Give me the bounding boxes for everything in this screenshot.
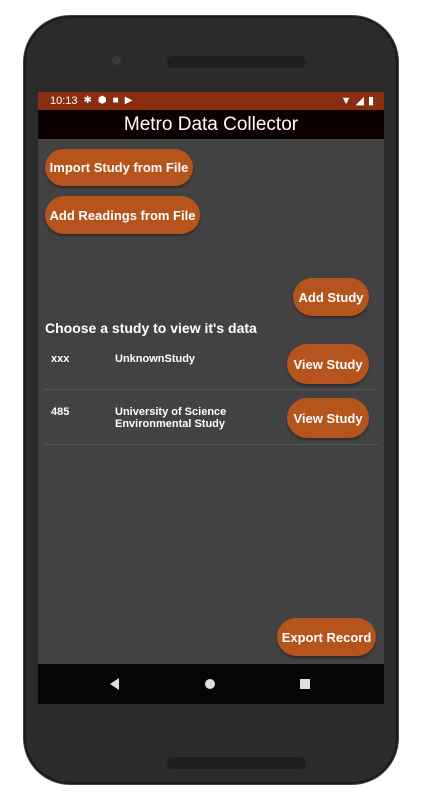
study-row: 485 University of Science Environmental … [44,394,378,445]
recent-apps-icon[interactable] [300,679,310,689]
view-study-button[interactable]: View Study [287,398,369,438]
add-readings-button[interactable]: Add Readings from File [45,196,200,234]
study-name: University of Science Environmental Stud… [115,406,227,430]
study-row: xxx UnknownStudy View Study [44,341,378,390]
status-bar: 10:13 ✱ ⬢ ■ ▶ ▼ ◢ ▮ [38,92,384,110]
wifi-icon: ▼ [340,94,352,107]
status-right: ▼ ◢ ▮ [340,94,374,108]
battery-icon: ▮ [367,95,374,107]
section-title: Choose a study to view it's data [45,320,257,336]
study-id: 485 [51,406,70,418]
add-study-button[interactable]: Add Study [293,278,369,316]
camera-icon [112,56,121,65]
app-title: Metro Data Collector [123,113,299,135]
top-speaker [167,56,306,68]
shield-icon: ⬢ [97,95,107,106]
sd-card-icon: ■ [112,95,119,106]
study-id: xxx [51,353,70,365]
status-time: 10:13 [50,95,78,107]
app-screen: 10:13 ✱ ⬢ ■ ▶ ▼ ◢ ▮ Metro Data Collector… [38,92,384,704]
import-study-button[interactable]: Import Study from File [45,149,193,186]
home-icon[interactable] [205,679,215,689]
app-bar: Metro Data Collector [38,110,384,139]
navigation-bar [38,664,384,704]
export-record-button[interactable]: Export Record [277,618,376,656]
view-study-button[interactable]: View Study [287,344,369,384]
signal-icon: ◢ [355,95,364,107]
gear-icon: ✱ [83,95,92,106]
play-icon: ▶ [124,95,133,106]
back-icon[interactable] [110,678,119,690]
study-name: UnknownStudy [115,353,196,365]
bottom-speaker [167,757,306,769]
